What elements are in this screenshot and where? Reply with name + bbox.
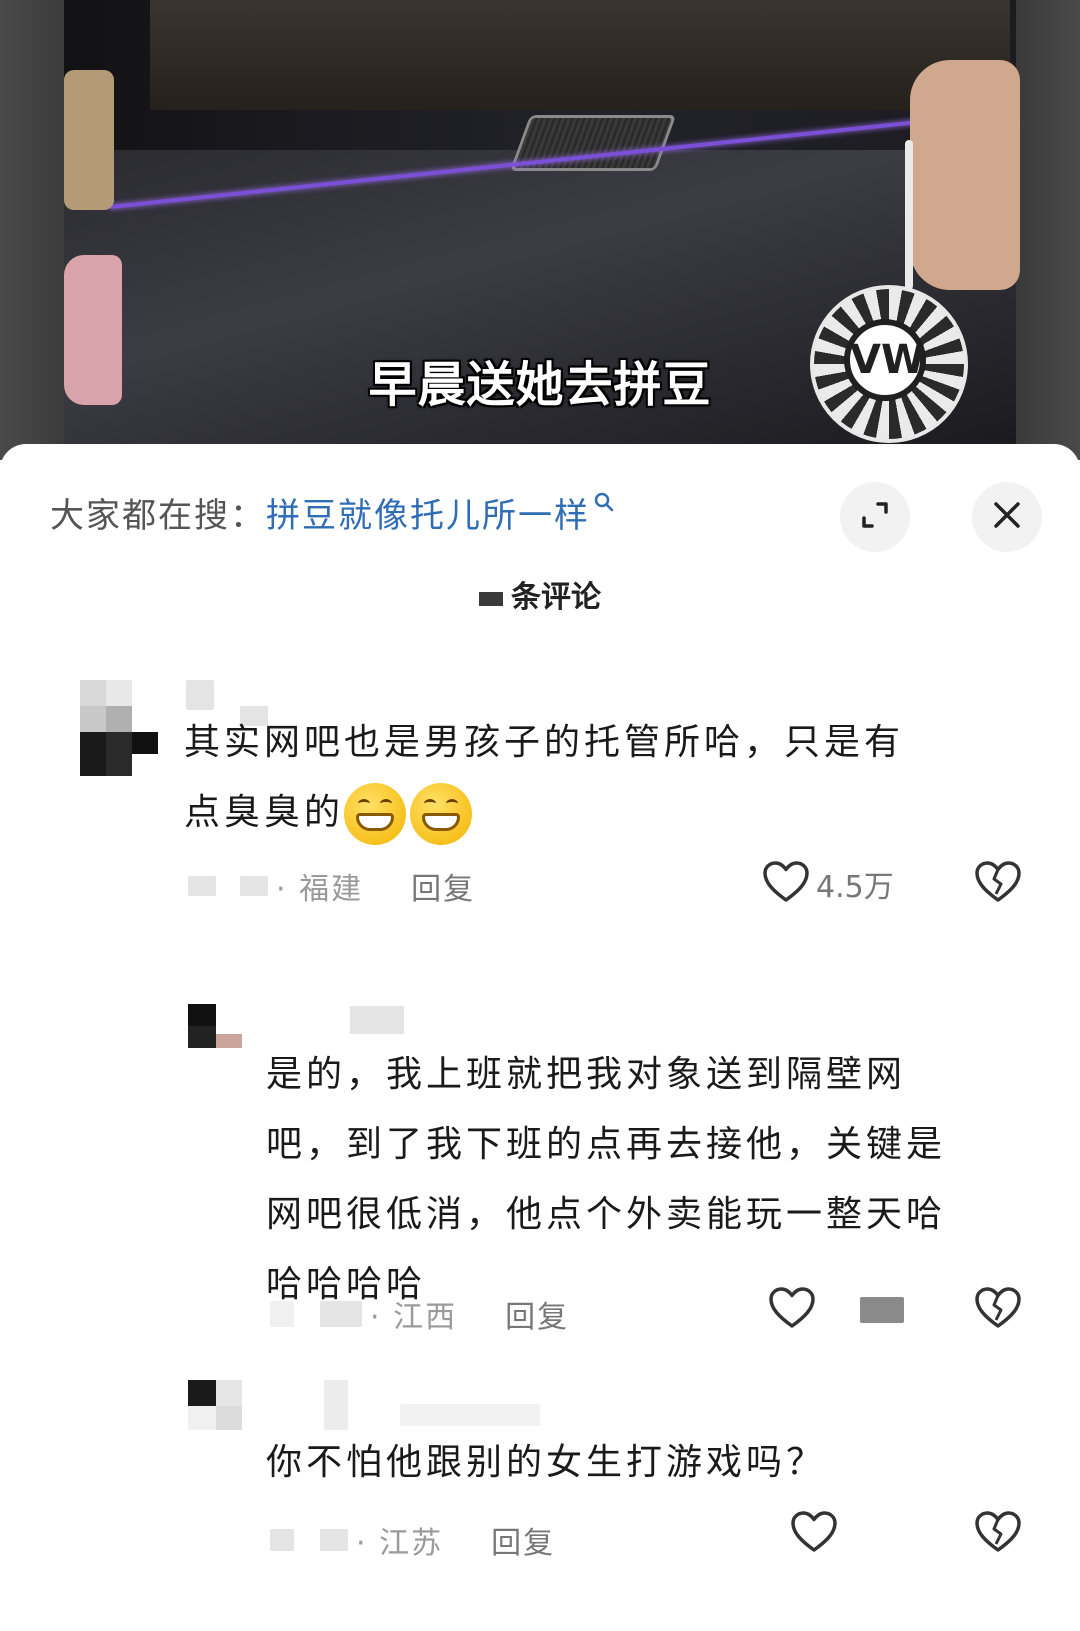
broken-heart-icon bbox=[974, 1511, 1022, 1558]
comment-count: 条评论 bbox=[0, 572, 1080, 616]
grinning-emoji-icon bbox=[344, 783, 407, 845]
comment-location: · 福建 bbox=[276, 872, 364, 907]
heart-icon bbox=[768, 1286, 816, 1334]
comment-meta: · 福建 回复 bbox=[188, 864, 475, 908]
dislike-button[interactable] bbox=[974, 860, 1022, 908]
video-caption: 早晨送她去拼豆 bbox=[368, 357, 712, 413]
close-button[interactable] bbox=[972, 482, 1042, 552]
avatar[interactable] bbox=[80, 680, 160, 780]
comment-text-line: 网吧很低消，他点个外卖能玩一整天哈 bbox=[266, 1194, 947, 1235]
comment-text: 是的，我上班就把我对象送到隔壁网 吧，到了我下班的点再去接他，关键是 网吧很低消… bbox=[266, 1040, 1046, 1320]
comment-meta: · 江苏 回复 bbox=[270, 1518, 555, 1562]
comment-location: · 江西 bbox=[370, 1300, 458, 1335]
dislike-button[interactable] bbox=[974, 1286, 1022, 1334]
timestamp-blurred bbox=[320, 1301, 362, 1327]
reply-button[interactable]: 回复 bbox=[411, 864, 475, 908]
search-icon bbox=[592, 483, 616, 523]
timestamp-blurred bbox=[270, 1301, 294, 1327]
heart-icon bbox=[790, 1510, 838, 1558]
timestamp-blurred bbox=[270, 1529, 294, 1551]
reply-button[interactable]: 回复 bbox=[505, 1292, 569, 1336]
broken-heart-icon bbox=[974, 1287, 1022, 1334]
search-term-link[interactable]: 拼豆就像托儿所一样 bbox=[266, 488, 590, 537]
comment-text-line: 点臭臭的 bbox=[184, 778, 1024, 848]
like-button[interactable]: 4.5万 bbox=[762, 860, 894, 908]
avatar[interactable] bbox=[188, 1004, 244, 1048]
video-player[interactable]: VW 早晨送她去拼豆 bbox=[0, 0, 1080, 460]
like-count: 4.5万 bbox=[816, 870, 894, 905]
heart-icon bbox=[762, 860, 810, 908]
expand-icon bbox=[858, 498, 892, 536]
comment-count-number-blurred bbox=[479, 591, 503, 606]
keychain-cord bbox=[905, 140, 913, 290]
avatar[interactable] bbox=[188, 1380, 244, 1430]
comment-location: · 江苏 bbox=[356, 1526, 444, 1561]
username-blurred[interactable] bbox=[400, 1404, 540, 1426]
hanging-ornament bbox=[64, 70, 114, 210]
username-blurred[interactable] bbox=[186, 680, 214, 710]
car-window bbox=[150, 0, 1010, 110]
username-blurred[interactable] bbox=[350, 1006, 404, 1034]
comment-count-label: 条评论 bbox=[511, 580, 601, 615]
timestamp-blurred bbox=[320, 1529, 348, 1551]
comment-text: 其实网吧也是男孩子的托管所哈，只是有 点臭臭的 bbox=[184, 708, 1024, 848]
close-icon bbox=[992, 500, 1022, 534]
expand-button[interactable] bbox=[840, 482, 910, 552]
reply-button[interactable]: 回复 bbox=[491, 1518, 555, 1562]
timestamp-blurred bbox=[240, 876, 268, 896]
comment-text-line: 其实网吧也是男孩子的托管所哈，只是有 bbox=[184, 722, 905, 763]
comment-meta: · 江西 回复 bbox=[270, 1292, 569, 1336]
comment-sheet: 大家都在搜： 拼豆就像托儿所一样 条评论 其实网吧也是男孩子的托管所哈，只是有 … bbox=[0, 444, 1080, 1631]
hand bbox=[910, 60, 1020, 290]
username-blurred[interactable] bbox=[324, 1380, 348, 1430]
comment-text-line: 是的，我上班就把我对象送到隔壁网 bbox=[266, 1054, 907, 1095]
broken-heart-icon bbox=[974, 861, 1022, 908]
search-suggestion[interactable]: 大家都在搜： 拼豆就像托儿所一样 bbox=[50, 482, 616, 542]
search-prefix: 大家都在搜： bbox=[50, 495, 266, 536]
like-button[interactable] bbox=[790, 1510, 838, 1558]
comment-text-line: 吧，到了我下班的点再去接他，关键是 bbox=[266, 1124, 947, 1165]
comment-text: 你不怕他跟别的女生打游戏吗？ bbox=[266, 1442, 827, 1483]
like-button[interactable] bbox=[768, 1286, 904, 1334]
dislike-button[interactable] bbox=[974, 1510, 1022, 1558]
like-count-blurred bbox=[860, 1297, 904, 1323]
grinning-emoji-icon bbox=[410, 783, 473, 845]
timestamp-blurred bbox=[188, 876, 216, 896]
